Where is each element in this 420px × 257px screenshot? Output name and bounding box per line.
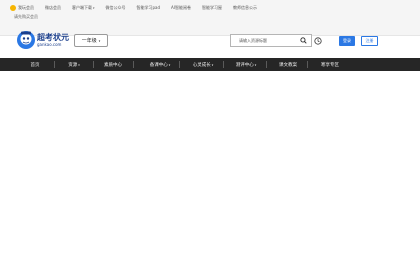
login-button[interactable]: 登录: [339, 36, 355, 46]
topbar-item-membership[interactable]: 我玩会员: [10, 5, 34, 11]
nav-item-label: 首页: [30, 62, 40, 68]
search-box: [230, 34, 312, 47]
nav-item-label: 素质中心: [104, 62, 122, 68]
site-header: 超考状元 gankao.com 一年级 ▾ 登录 注册: [0, 26, 420, 58]
topbar-item-client-download[interactable]: 客户端下载 ▾: [72, 5, 95, 11]
nav-item-lesson-plans[interactable]: 课文教案: [270, 58, 306, 71]
register-button[interactable]: 注册: [361, 36, 378, 46]
nav-item-lesson-prep[interactable]: 备课中心 ▾: [142, 58, 178, 71]
nav-item-label: 心灵成长: [192, 62, 211, 68]
topbar-links: 我玩会员 微店会员 客户端下载 ▾ 微信公众号 智能学习pad AI智能阅卷 智…: [10, 2, 268, 14]
grade-select[interactable]: 一年级 ▾: [74, 34, 108, 47]
topbar-item-teacher-info[interactable]: 教师信息公示: [233, 5, 257, 11]
topbar-item-pad[interactable]: 智能学习pad: [137, 5, 161, 11]
topbar-item-shop-member[interactable]: 微店会员: [45, 5, 61, 11]
nav-item-label: 测评中心: [235, 62, 254, 68]
topbar-item-ai-grading[interactable]: AI智能阅卷: [171, 5, 191, 11]
mascot-icon: [17, 31, 35, 49]
history-icon[interactable]: [314, 37, 322, 45]
nav-item-quality-center[interactable]: 素质中心: [95, 58, 131, 71]
nav-divider: [307, 61, 308, 68]
nav-divider: [266, 61, 267, 68]
chevron-down-icon: ▾: [93, 6, 95, 10]
nav-divider: [93, 61, 94, 68]
nav-item-winter-zone[interactable]: 寒享专区: [312, 58, 348, 71]
nav-item-home[interactable]: 首页: [17, 58, 53, 71]
nav-divider: [133, 61, 134, 68]
search-input[interactable]: [231, 35, 297, 46]
nav-divider: [223, 61, 224, 68]
chevron-down-icon: ▾: [211, 62, 214, 67]
nav-item-assessment[interactable]: 测评中心 ▾: [228, 58, 264, 71]
nav-item-label: 寒享专区: [321, 62, 339, 68]
nav-item-mental-growth[interactable]: 心灵成长 ▾: [185, 58, 221, 71]
grade-select-value: 一年级: [81, 38, 97, 44]
search-icon[interactable]: [297, 35, 309, 46]
topbar-item-learning-house[interactable]: 智能学习屋: [202, 5, 222, 11]
nav-item-resources[interactable]: 资源 ▾: [56, 58, 92, 71]
nav-divider: [179, 61, 180, 68]
main-nav: 首页 资源 ▾ 素质中心 备课中心 ▾ 心灵成长 ▾ 测评中心 ▾ 课文教案 寒…: [0, 58, 420, 71]
topbar-item-label: 客户端下载: [72, 5, 92, 10]
nav-item-label: 备课中心: [149, 62, 168, 68]
site-logo[interactable]: 超考状元 gankao.com: [16, 28, 72, 54]
nav-item-label: 课文教案: [279, 62, 297, 68]
nav-item-label: 资源: [68, 62, 78, 68]
chevron-down-icon: ▾: [168, 62, 171, 67]
membership-note[interactable]: 请先购买会员: [14, 14, 38, 20]
chevron-down-icon: ▾: [78, 62, 80, 67]
topbar-item-wechat[interactable]: 微信公众号: [106, 5, 126, 11]
chevron-down-icon: ▾: [98, 38, 101, 43]
chevron-down-icon: ▾: [254, 62, 257, 67]
topbar-item-label: 我玩会员: [18, 5, 34, 10]
logo-url: gankao.com: [37, 42, 62, 47]
bulb-icon: [10, 5, 16, 11]
nav-divider: [54, 61, 55, 68]
